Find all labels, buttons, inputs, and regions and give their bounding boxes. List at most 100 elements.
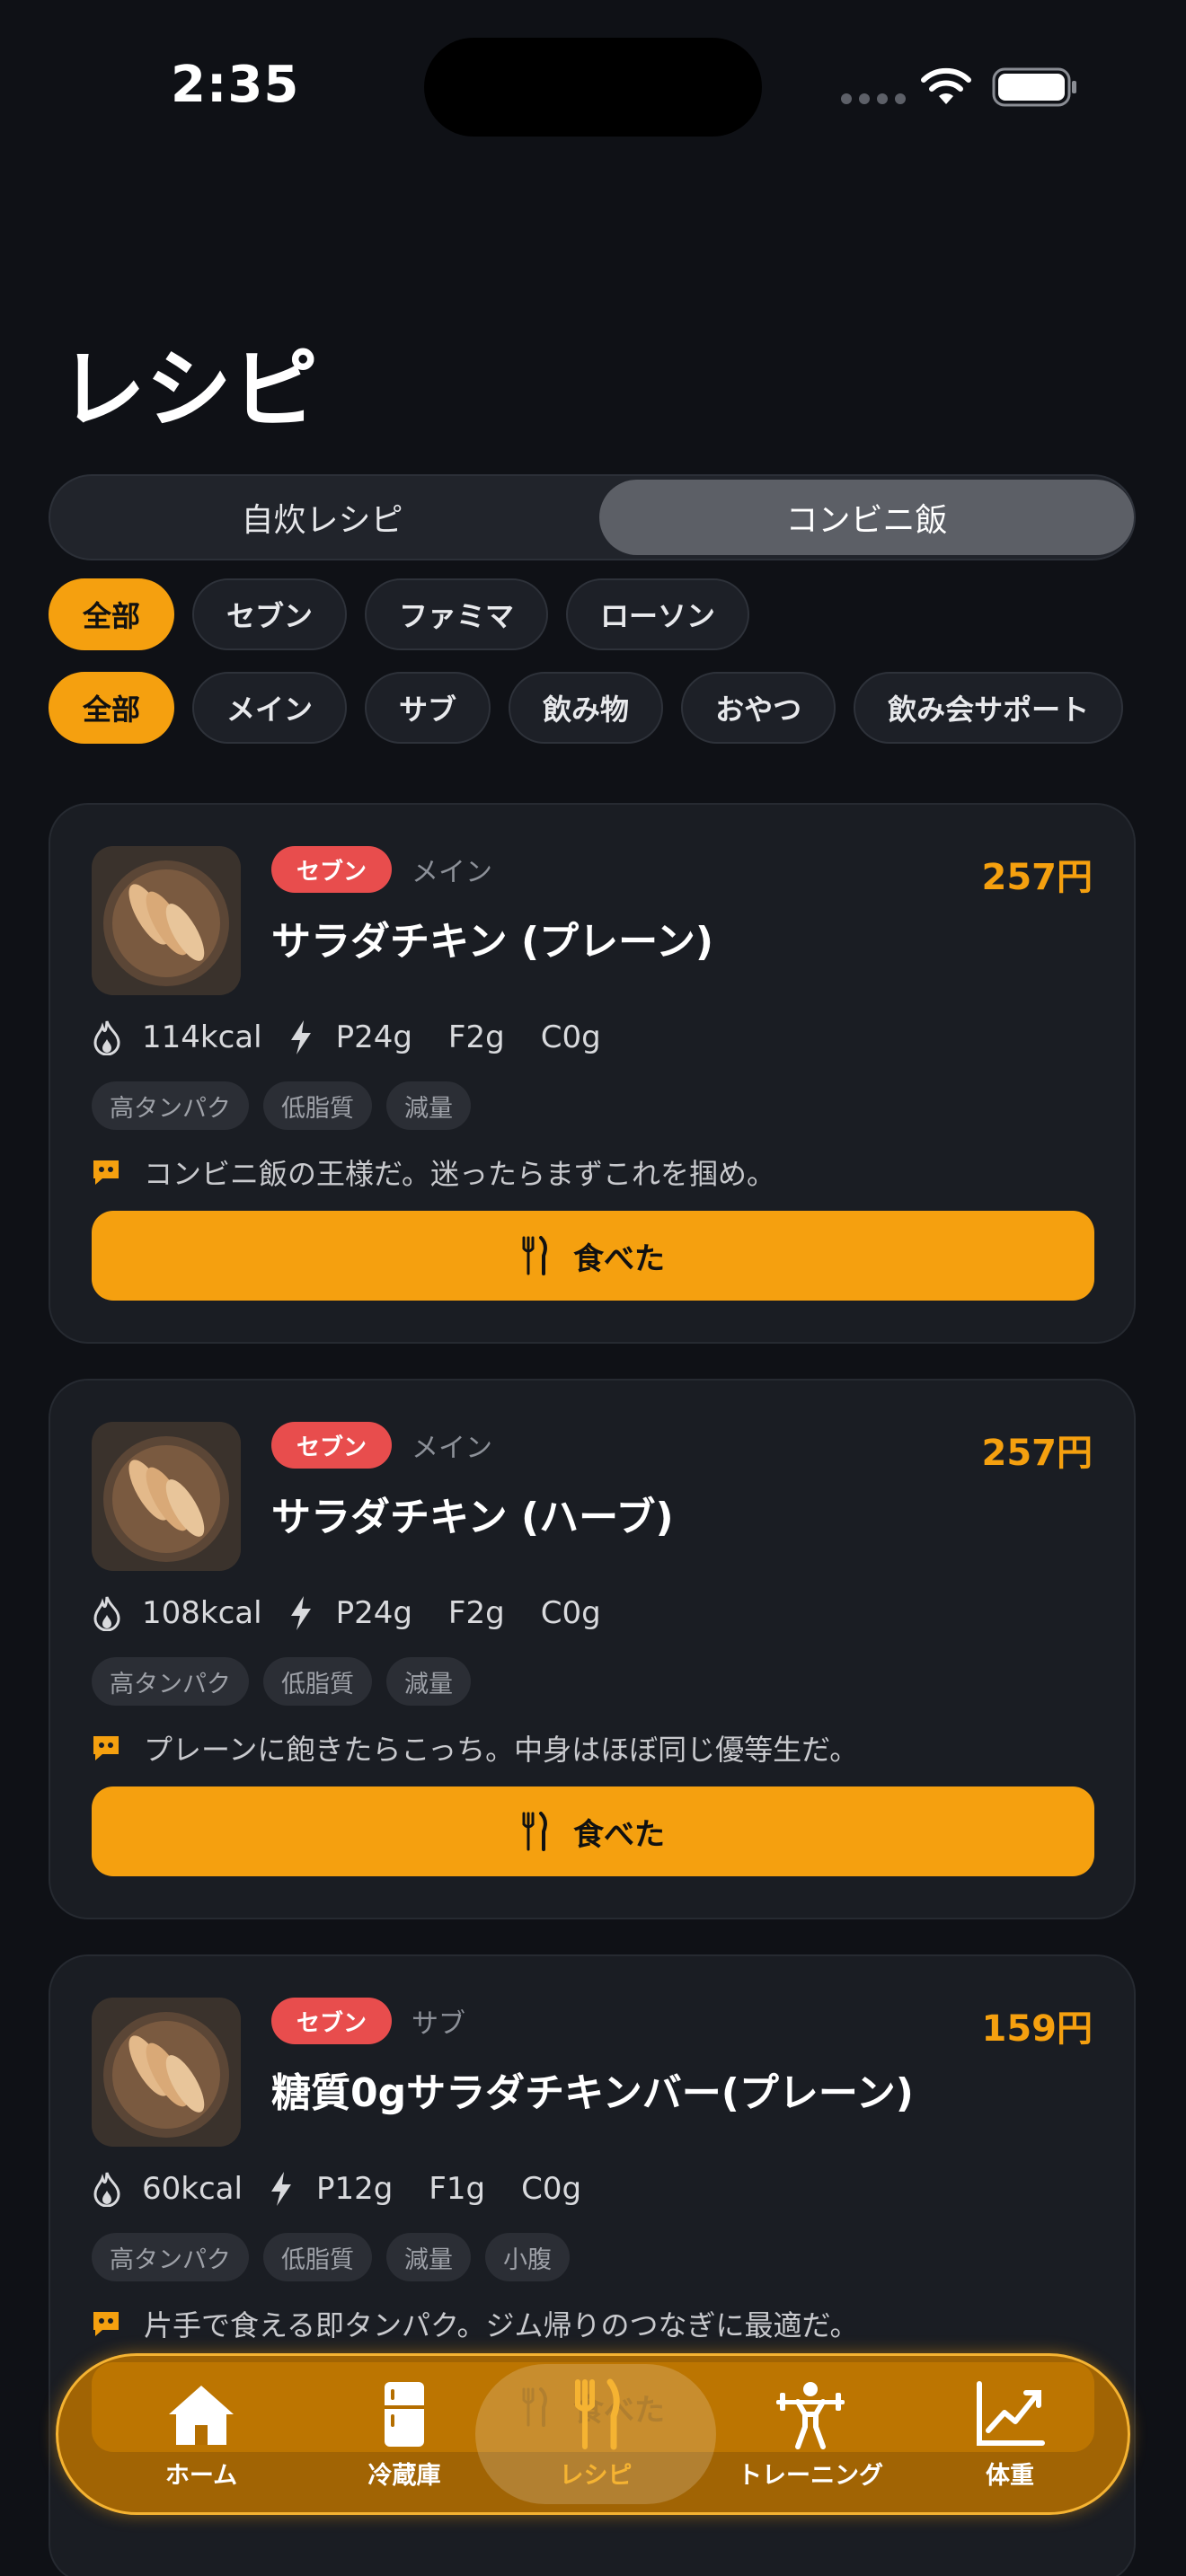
comment-text: 片手で食える即タンパク。ジム帰りのつなぎに最適だ。 (144, 2308, 859, 2342)
nutrition-row: 108kcal P24g F2g C0g (92, 1594, 601, 1632)
kcal-value: 108kcal (142, 1595, 262, 1631)
store-badge: セブン (271, 1998, 393, 2044)
recipe-price: 257円 (981, 1433, 1093, 1474)
ate-button-label: 食べた (573, 1816, 665, 1853)
tab-recipe-label: レシピ (559, 2461, 633, 2490)
ate-button[interactable]: 食べた (92, 1211, 1094, 1301)
store-badge: セブン (271, 846, 393, 893)
tab-training[interactable]: トレーニング (709, 2356, 912, 2512)
store-chip-lawson[interactable]: ローソン (566, 578, 750, 650)
wifi-icon (921, 67, 971, 104)
type-chip-snack[interactable]: おやつ (681, 672, 836, 744)
food-thumbnail (92, 1422, 241, 1571)
comment-text: コンビニ飯の王様だ。迷ったらまずこれを掴め。 (144, 1157, 776, 1191)
recipe-tag: 小腹 (485, 2233, 570, 2281)
tag-list: 高タンパク 低脂質 減量 (92, 1657, 471, 1706)
weightlifting-icon (776, 2381, 845, 2449)
bolt-icon (290, 1596, 311, 1630)
recipe-name: 糖質0gサラダチキンバー(プレーン) (271, 2070, 914, 2116)
recipe-tag: 高タンパク (92, 1657, 249, 1706)
recipe-category: メイン (412, 1433, 492, 1464)
fork-knife-icon (522, 1236, 547, 1275)
dynamic-island (424, 38, 762, 137)
store-chip-familymart[interactable]: ファミマ (365, 578, 549, 650)
recipe-name: サラダチキン (プレーン) (271, 919, 714, 965)
recipe-tag: 低脂質 (263, 1081, 372, 1130)
type-chip-main[interactable]: メイン (192, 672, 348, 744)
recipe-name: サラダチキン (ハーブ) (271, 1495, 674, 1540)
chart-icon (977, 2380, 1045, 2446)
recipe-tag: 減量 (386, 2233, 471, 2281)
recipe-price: 159円 (981, 2008, 1093, 2050)
food-thumbnail (92, 846, 241, 995)
carb-value: C0g (540, 1019, 601, 1055)
tab-training-label: トレーニング (738, 2461, 883, 2490)
fork-knife-icon (522, 1812, 547, 1851)
type-chip-drinking-support[interactable]: 飲み会サポート (854, 672, 1124, 744)
flame-icon (93, 2172, 120, 2207)
quote-bubble-icon (93, 1736, 119, 1760)
tag-list: 高タンパク 低脂質 減量 小腹 (92, 2233, 570, 2281)
protein-value: P12g (315, 2171, 394, 2207)
quote-bubble-icon (93, 1160, 119, 1185)
segment-home-cooking[interactable]: 自炊レシピ (50, 476, 594, 559)
recipe-category: サブ (412, 2008, 465, 2040)
tab-home[interactable]: ホーム (100, 2356, 303, 2512)
fat-value: F2g (447, 1019, 505, 1055)
bolt-icon (290, 1020, 311, 1054)
protein-value: P24g (335, 1595, 412, 1631)
recipe-tag: 減量 (386, 1657, 471, 1706)
type-chip-side[interactable]: サブ (365, 672, 491, 744)
recipe-tag: 減量 (386, 1081, 471, 1130)
status-bar: 2:35 (0, 0, 1186, 171)
recipe-tag: 低脂質 (263, 2233, 372, 2281)
tab-fridge-label: 冷蔵庫 (367, 2461, 441, 2490)
recipe-price: 257円 (981, 857, 1093, 898)
recipe-tag: 低脂質 (263, 1657, 372, 1706)
recipe-comment: コンビニ飯の王様だ。迷ったらまずこれを掴め。 (92, 1151, 775, 1193)
recipe-type-segmented-control: 自炊レシピ コンビニ飯 (49, 474, 1136, 560)
tab-recipe[interactable]: レシピ (475, 2364, 716, 2504)
recipe-card[interactable]: セブン メイン 257円 サラダチキン (プレーン) 114kcal P24g … (49, 803, 1136, 1344)
recipe-card[interactable]: セブン メイン 257円 サラダチキン (ハーブ) 108kcal P24g F… (49, 1379, 1136, 1919)
status-time: 2:35 (171, 56, 300, 114)
tab-weight[interactable]: 体重 (908, 2356, 1111, 2512)
type-filter-row: 全部 メイン サブ 飲み物 おやつ 飲み会サポート (49, 672, 1124, 744)
tab-bar: ホーム 冷蔵庫 レシピ トレーニング 体重 (56, 2353, 1130, 2515)
store-filter-row: 全部 セブン ファミマ ローソン (49, 578, 750, 650)
fridge-icon (385, 2381, 424, 2447)
store-chip-all[interactable]: 全部 (49, 578, 175, 650)
recipe-tag: 高タンパク (92, 1081, 249, 1130)
cellular-signal-icon (841, 93, 906, 104)
ate-button[interactable]: 食べた (92, 1786, 1094, 1876)
battery-icon (992, 67, 1076, 107)
fat-value: F1g (429, 2171, 486, 2207)
recipe-comment: 片手で食える即タンパク。ジム帰りのつなぎに最適だ。 (92, 2303, 859, 2344)
food-thumbnail (92, 1998, 241, 2147)
kcal-value: 114kcal (142, 1019, 262, 1055)
type-chip-all[interactable]: 全部 (49, 672, 175, 744)
store-chip-seven[interactable]: セブン (192, 578, 348, 650)
recipe-category: メイン (412, 857, 492, 888)
tab-weight-label: 体重 (986, 2461, 1034, 2490)
fork-knife-icon (575, 2378, 620, 2449)
carb-value: C0g (540, 1595, 601, 1631)
protein-value: P24g (335, 1019, 412, 1055)
fat-value: F2g (447, 1595, 505, 1631)
nutrition-row: 114kcal P24g F2g C0g (92, 1019, 601, 1056)
tag-list: 高タンパク 低脂質 減量 (92, 1081, 471, 1130)
flame-icon (93, 1020, 120, 1055)
page-title: レシピ (59, 340, 318, 440)
carb-value: C0g (521, 2171, 582, 2207)
nutrition-row: 60kcal P12g F1g C0g (92, 2170, 581, 2208)
tab-home-label: ホーム (164, 2461, 238, 2490)
type-chip-drink[interactable]: 飲み物 (509, 672, 664, 744)
segment-convenience-store[interactable]: コンビニ飯 (599, 480, 1134, 555)
home-icon (169, 2385, 234, 2445)
comment-text: プレーンに飽きたらこっち。中身はほぼ同じ優等生だ。 (144, 1733, 859, 1767)
kcal-value: 60kcal (142, 2171, 243, 2207)
bolt-icon (270, 2172, 291, 2206)
store-badge: セブン (271, 1422, 393, 1469)
quote-bubble-icon (93, 2312, 119, 2336)
ate-button-label: 食べた (573, 1240, 665, 1277)
